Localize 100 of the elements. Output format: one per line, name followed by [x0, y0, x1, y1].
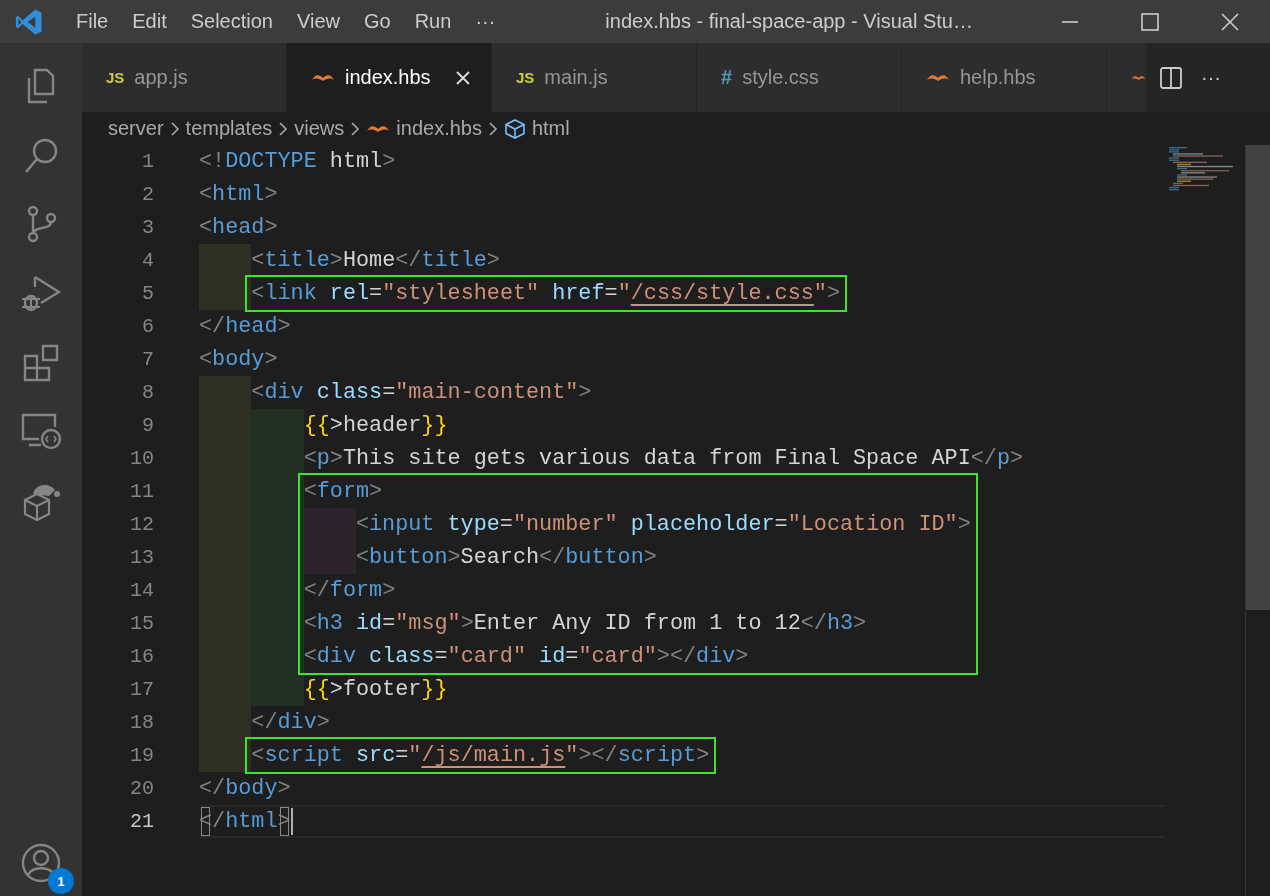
- code-string: ": [813, 280, 827, 308]
- code-punctuation: ></: [656, 643, 697, 671]
- breadcrumb-item[interactable]: html: [531, 117, 570, 140]
- code-tag: div: [316, 640, 356, 673]
- code-punctuation: <: [251, 280, 265, 308]
- run-debug-icon[interactable]: [19, 273, 63, 313]
- code-punctuation: >: [696, 742, 710, 770]
- code-punctuation: <: [199, 214, 213, 242]
- code-string: ": [565, 742, 579, 770]
- line-number: 3: [141, 215, 154, 241]
- code-punctuation: </: [251, 709, 278, 737]
- remote-explorer-icon[interactable]: [19, 411, 63, 451]
- line-number: 21: [129, 809, 154, 835]
- window-title: index.hbs - final-space-app - Visual Stu…: [605, 10, 973, 33]
- code-punctuation: >: [264, 214, 278, 242]
- code-text: html: [328, 148, 383, 176]
- code-punctuation: </: [395, 247, 422, 275]
- line-number: 19: [129, 743, 154, 769]
- line-number: 17: [129, 677, 154, 703]
- code-punctuation: >: [264, 346, 278, 374]
- code-punctuation: >: [382, 577, 396, 605]
- code-tag: title: [421, 244, 487, 277]
- code-punctuation: >: [643, 544, 657, 572]
- menu-item[interactable]: Edit: [120, 10, 179, 33]
- code-attribute: id: [354, 610, 383, 638]
- code-tag: button: [369, 541, 448, 574]
- code-attribute: src: [354, 742, 396, 770]
- menu-item[interactable]: Go: [352, 10, 403, 33]
- code-punctuation: >: [447, 544, 461, 572]
- code-tag: head: [225, 310, 278, 343]
- code-string: "stylesheet": [382, 280, 540, 308]
- scrollbar-thumb[interactable]: [1246, 145, 1270, 610]
- code-punctuation: >: [329, 445, 343, 473]
- editor-tab[interactable]: JS app.js: [82, 43, 287, 112]
- code-punctuation: </: [800, 610, 827, 638]
- code-punctuation: >: [329, 247, 343, 275]
- line-number: 7: [141, 347, 154, 373]
- code-text: This site gets various data from Final Space API: [342, 445, 971, 473]
- code-punctuation: <: [251, 247, 265, 275]
- code-string: "msg": [395, 610, 461, 638]
- extensions-icon[interactable]: [21, 342, 61, 382]
- line-number: 2: [141, 182, 154, 208]
- code-braces: }}: [421, 676, 448, 704]
- code-text: =: [604, 280, 618, 308]
- code-punctuation: >: [486, 247, 500, 275]
- code-tag: h3: [826, 607, 854, 640]
- line-number: 18: [129, 710, 154, 736]
- code-punctuation: >: [957, 511, 971, 539]
- menu-item[interactable]: ···: [463, 10, 508, 33]
- menu-item[interactable]: Run: [402, 10, 464, 33]
- code-punctuation: >: [277, 313, 291, 341]
- code-punctuation: <: [355, 544, 370, 572]
- code-text: =: [382, 379, 396, 407]
- close-icon[interactable]: [454, 69, 471, 86]
- chevron-icon: [350, 120, 361, 137]
- code-punctuation: >: [578, 379, 592, 407]
- code-punctuation: <: [199, 181, 213, 209]
- breadcrumb-item[interactable]: views: [294, 117, 345, 140]
- code-punctuation: </: [199, 313, 226, 341]
- menu-item[interactable]: File: [64, 10, 121, 33]
- line-number: 20: [129, 776, 154, 802]
- code-punctuation: <: [303, 478, 317, 506]
- menu-item[interactable]: Selection: [178, 10, 285, 33]
- line-number: 9: [141, 413, 154, 439]
- menu-item[interactable]: View: [285, 10, 352, 33]
- editor-tab[interactable]: JS main.js: [492, 43, 697, 112]
- code-attribute: placeholder: [629, 511, 775, 539]
- code-braces: {{: [303, 676, 330, 704]
- more-actions-button[interactable]: ···: [1201, 66, 1221, 89]
- code-punctuation: >: [369, 478, 383, 506]
- code-text: >header: [329, 412, 422, 440]
- chevron-icon: [487, 120, 498, 137]
- breadcrumb-item[interactable]: server: [108, 117, 164, 140]
- line-number: 6: [141, 314, 154, 340]
- line-number: 11: [129, 479, 154, 505]
- code-text: =: [395, 742, 409, 770]
- code-string: "Location ID": [787, 511, 958, 539]
- maximize-icon[interactable]: [1140, 11, 1160, 32]
- editor-tab[interactable]: index.hbs: [287, 43, 492, 112]
- code-tag: DOCTYPE: [225, 145, 317, 178]
- code-punctuation: <: [199, 346, 213, 374]
- breadcrumb-item[interactable]: index.hbs: [396, 117, 482, 140]
- js-file-icon: JS: [106, 69, 125, 86]
- code-tag: body: [212, 343, 265, 376]
- code-punctuation: <: [303, 643, 317, 671]
- line-number: 10: [129, 446, 154, 472]
- close-icon[interactable]: [1220, 11, 1240, 32]
- code-tag: input: [369, 508, 435, 541]
- code-punctuation: >: [382, 148, 396, 176]
- code-punctuation: /: [212, 808, 226, 836]
- code-attribute: type: [446, 511, 500, 539]
- breadcrumb-item[interactable]: templates: [185, 117, 273, 140]
- code-tag: script: [617, 739, 697, 772]
- code-tag: head: [212, 211, 265, 244]
- editor-tab[interactable]: help.hbs: [902, 43, 1107, 112]
- split-editor-icon[interactable]: [1159, 65, 1183, 90]
- code-punctuation: >: [264, 181, 278, 209]
- code-punctuation: <: [303, 610, 317, 638]
- editor-tab[interactable]: # style.css: [697, 43, 902, 112]
- code-tag: button: [565, 541, 644, 574]
